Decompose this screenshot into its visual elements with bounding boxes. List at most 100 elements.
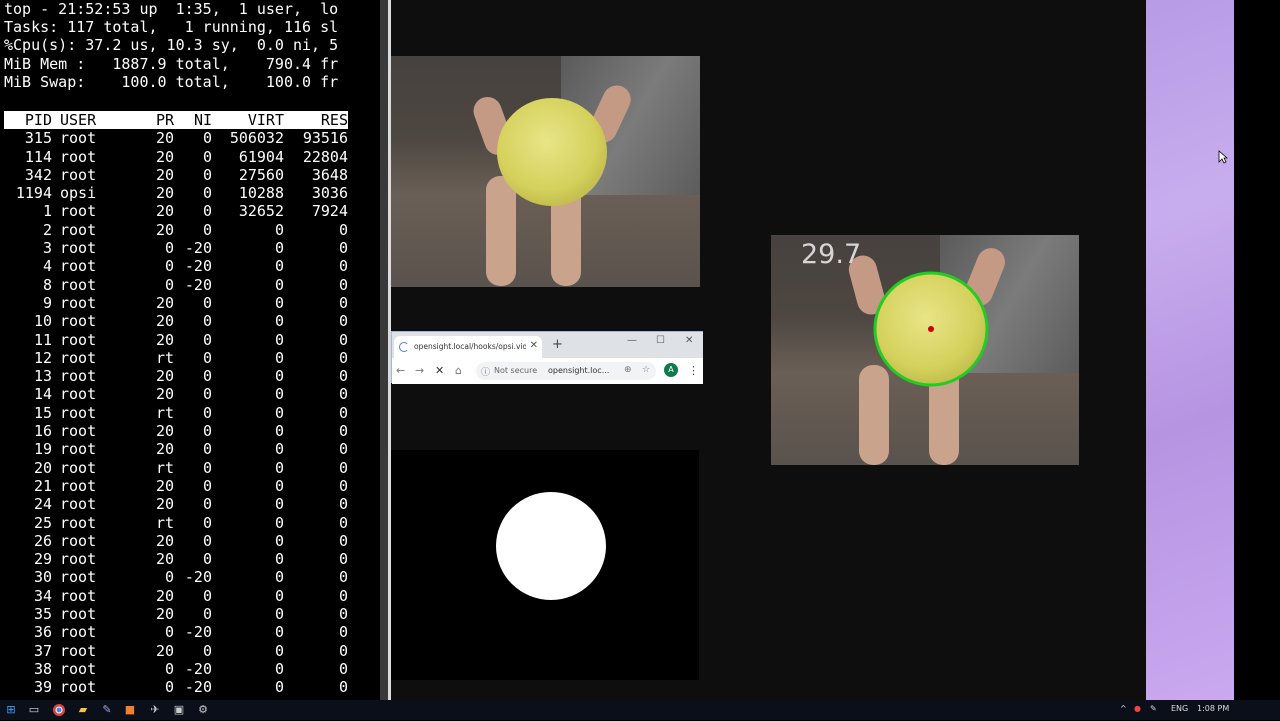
menu-dots-icon[interactable]: ⋮	[688, 364, 699, 377]
cell-virt: 0	[274, 257, 284, 276]
cell-pr: 0	[164, 257, 174, 276]
close-window-icon[interactable]: ✕	[685, 335, 693, 346]
tray-overflow-icon[interactable]: ^	[1120, 704, 1127, 713]
cell-pid: 36	[33, 623, 52, 642]
cell-user: root	[60, 403, 97, 422]
profile-avatar[interactable]: A	[664, 363, 678, 377]
cell-pid: 21	[33, 476, 52, 495]
tab-close-icon[interactable]: ✕	[530, 340, 538, 351]
cell-pid: 3	[42, 239, 52, 258]
cell-ni: 0	[202, 440, 212, 459]
cell-pr: 20	[155, 531, 174, 550]
back-icon[interactable]: ←	[396, 364, 405, 377]
cell-ni: 0	[202, 495, 212, 514]
cell-virt: 0	[274, 458, 284, 477]
process-row: 10 root 20 0 0 0	[4, 312, 348, 330]
cell-ni: 0	[202, 605, 212, 624]
cell-user: root	[60, 385, 97, 404]
cell-user: root	[60, 623, 97, 642]
cell-res: 0	[338, 330, 348, 349]
bookmark-star-icon[interactable]: ☆	[642, 365, 650, 375]
info-icon[interactable]: ⓘ	[481, 365, 490, 378]
process-row: 15 root rt 0 0 0	[4, 404, 348, 422]
cell-virt: 0	[274, 623, 284, 642]
process-row: 114 root 20 0 61904 22804	[4, 148, 348, 166]
task-view-icon[interactable]: ▭	[27, 703, 41, 717]
cell-ni: 0	[202, 367, 212, 386]
cell-pid: 16	[33, 422, 52, 441]
cell-user: root	[60, 659, 97, 678]
detection-center-point	[928, 326, 934, 332]
photos-icon[interactable]: ▣	[172, 703, 186, 717]
tray-pen-icon[interactable]: ✎	[1150, 704, 1157, 713]
cell-pr: 20	[155, 550, 174, 569]
home-icon[interactable]: ⌂	[455, 364, 462, 377]
cell-pr: 20	[155, 312, 174, 331]
cell-res: 0	[338, 678, 348, 697]
url-text: opensight.loc...	[548, 366, 610, 375]
process-row: 36 root 0 -20 0 0	[4, 623, 348, 641]
cell-user: root	[60, 440, 97, 459]
cell-virt: 0	[274, 678, 284, 697]
chrome-icon[interactable]	[52, 703, 66, 717]
cell-user: root	[60, 513, 97, 532]
clock[interactable]: 1:08 PM	[1197, 704, 1229, 713]
app-icon[interactable]: ■	[123, 703, 137, 717]
terminal-window[interactable]: top - 21:52:53 up 1:35, 1 user, lo Tasks…	[0, 0, 380, 700]
terminal-scrollbar[interactable]	[380, 0, 388, 700]
cell-ni: 0	[202, 165, 212, 184]
cell-virt: 0	[274, 275, 284, 294]
cell-pid: 13	[33, 367, 52, 386]
cell-res: 0	[338, 293, 348, 312]
cell-res: 3036	[311, 184, 348, 203]
cell-user: root	[60, 220, 97, 239]
browser-window[interactable]: opensight.local/hooks/opsi.vide ✕ + — ☐ …	[391, 331, 705, 384]
new-tab-button[interactable]: +	[552, 337, 563, 352]
cell-ni: 0	[202, 641, 212, 660]
cell-ni: -20	[184, 678, 212, 697]
tab-strip: opensight.local/hooks/opsi.vide ✕ + — ☐ …	[392, 332, 704, 358]
start-icon[interactable]: ⊞	[4, 703, 18, 717]
cell-ni: 0	[202, 330, 212, 349]
cell-virt: 0	[274, 476, 284, 495]
process-row: 8 root 0 -20 0 0	[4, 276, 348, 294]
file-explorer-icon[interactable]: ▰	[76, 703, 90, 717]
language-indicator[interactable]: ENG	[1171, 704, 1188, 713]
cell-pr: 0	[164, 568, 174, 587]
stop-loading-icon[interactable]: ✕	[435, 364, 444, 377]
ball-shape	[497, 98, 607, 206]
cell-pid: 35	[33, 605, 52, 624]
cell-pr: 20	[155, 330, 174, 349]
forward-icon[interactable]: →	[415, 364, 424, 377]
cell-ni: 0	[202, 550, 212, 569]
cell-pid: 10	[33, 312, 52, 331]
tray-app-icon[interactable]: ●	[1134, 704, 1141, 713]
cell-pid: 30	[33, 568, 52, 587]
maximize-icon[interactable]: ☐	[656, 335, 665, 346]
cell-user: root	[60, 165, 97, 184]
col-user: USER	[60, 111, 97, 129]
cell-pid: 114	[24, 147, 52, 166]
cell-virt: 0	[274, 239, 284, 258]
browser-tab[interactable]: opensight.local/hooks/opsi.vide ✕	[394, 336, 542, 358]
mouse-cursor-icon	[1218, 150, 1228, 164]
cell-pr: 0	[164, 623, 174, 642]
terminal-icon[interactable]: ✈	[148, 703, 162, 717]
zoom-icon[interactable]: ⊕	[624, 365, 632, 375]
minimize-icon[interactable]: —	[627, 335, 637, 346]
address-bar[interactable]: ⓘ Not secure opensight.loc... ⊕ ☆	[476, 362, 656, 380]
pen-icon[interactable]: ✎	[100, 703, 114, 717]
settings-icon[interactable]: ⚙	[196, 703, 210, 717]
cell-pr: rt	[155, 403, 174, 422]
navigation-bar: ← → ✕ ⌂ ⓘ Not secure opensight.loc... ⊕ …	[392, 358, 704, 384]
cell-res: 93516	[302, 129, 348, 148]
cell-pr: 0	[164, 659, 174, 678]
process-row: 1 root 20 0 32652 7924	[4, 202, 348, 220]
cell-ni: 0	[202, 312, 212, 331]
cell-pid: 38	[33, 659, 52, 678]
cell-ni: 0	[202, 422, 212, 441]
cell-ni: 0	[202, 147, 212, 166]
process-row: 9 root 20 0 0 0	[4, 294, 348, 312]
screen-edge	[1234, 0, 1280, 700]
process-row: 21 root 20 0 0 0	[4, 477, 348, 495]
